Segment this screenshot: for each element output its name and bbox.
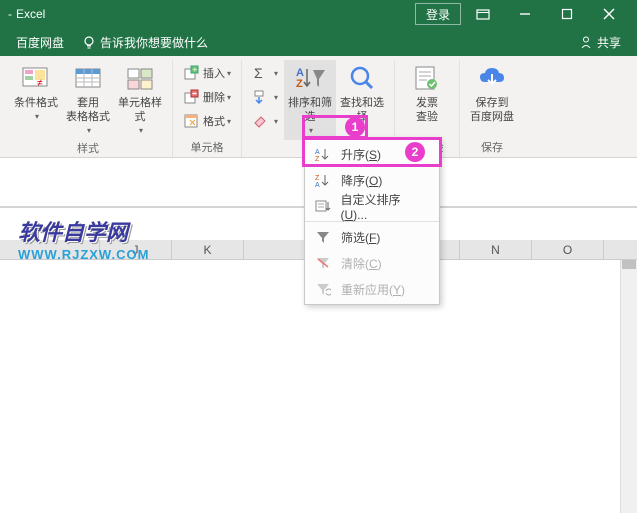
fill-down-icon: [252, 89, 268, 105]
conditional-format-icon: ≠: [20, 62, 52, 94]
sort-descending-item[interactable]: ZA 降序(O): [305, 167, 439, 193]
insert-icon: +: [183, 65, 199, 81]
baidu-tab[interactable]: 百度网盘: [16, 34, 64, 51]
svg-text:Z: Z: [315, 175, 320, 182]
svg-text:≠: ≠: [37, 78, 43, 89]
desc-label: 降序(O): [341, 172, 382, 189]
minimize-icon: [519, 8, 531, 20]
filter-label: 筛选(F): [341, 229, 380, 246]
save-to-baidu-button[interactable]: 保存到 百度网盘: [466, 60, 518, 126]
conditional-format-label: 条件格式: [14, 96, 58, 110]
maximize-button[interactable]: [547, 3, 587, 25]
sort-filter-label: 排序和筛选: [284, 96, 336, 124]
share-icon: [579, 35, 593, 49]
format-button[interactable]: 格式▾: [179, 110, 235, 132]
svg-text:A: A: [315, 149, 320, 156]
custom-sort-label: 自定义排序(U)...: [341, 191, 426, 222]
delete-icon: [183, 89, 199, 105]
custom-sort-item[interactable]: 自定义排序(U)...: [305, 193, 439, 219]
filter-item[interactable]: 筛选(F): [305, 224, 439, 250]
col-header[interactable]: [604, 240, 637, 259]
cells-group: +插入▾ 删除▾ 格式▾ 单元格: [173, 60, 242, 157]
svg-text:+: +: [193, 65, 198, 74]
share-button[interactable]: 共享: [579, 34, 621, 51]
tell-me-label: 告诉我你想要做什么: [100, 34, 208, 51]
vertical-scrollbar[interactable]: [620, 260, 637, 513]
sort-filter-dropdown: AZ 升序(S) ZA 降序(O) 自定义排序(U)... 筛选(F) 清除(C…: [304, 138, 440, 305]
svg-text:Z: Z: [296, 78, 303, 90]
custom-sort-icon: [313, 198, 333, 214]
styles-group-label: 样式: [77, 140, 99, 158]
app-name: Excel: [16, 7, 45, 21]
close-button[interactable]: [589, 3, 629, 25]
find-select-icon: [346, 62, 378, 94]
sort-ascending-item[interactable]: AZ 升序(S): [305, 141, 439, 167]
fill-button[interactable]: ▾: [248, 86, 282, 108]
col-header[interactable]: [0, 240, 100, 259]
title-bar: - Excel 登录: [0, 0, 637, 28]
window-icon: [476, 7, 490, 21]
save-group: 保存到 百度网盘 保存: [460, 60, 524, 157]
clear-button[interactable]: ▾: [248, 110, 282, 132]
sort-filter-button[interactable]: AZ 排序和筛选▾: [284, 60, 336, 140]
col-header-j[interactable]: J: [100, 240, 172, 259]
editing-group-left: Σ▾ ▾ ▾: [242, 60, 284, 157]
invoice-check-button[interactable]: 发票 查验: [401, 60, 453, 126]
find-select-label: 查找和选择: [336, 96, 388, 124]
invoice-icon: [411, 62, 443, 94]
delete-label: 删除: [203, 89, 225, 105]
col-header-o[interactable]: O: [532, 240, 604, 259]
clear-filter-icon: [313, 255, 333, 271]
conditional-format-button[interactable]: ≠ 条件格式▾: [10, 60, 62, 126]
format-label: 格式: [203, 113, 225, 129]
lightbulb-icon: [82, 35, 96, 49]
share-label: 共享: [597, 34, 621, 51]
asc-label: 升序(S): [341, 146, 381, 163]
styles-group: ≠ 条件格式▾ 套用 表格格式▾ 单元格样式▾ 样式: [4, 60, 173, 157]
delete-button[interactable]: 删除▾: [179, 86, 235, 108]
sort-filter-icon: AZ: [294, 62, 326, 94]
col-header-k[interactable]: K: [172, 240, 244, 259]
sort-asc-icon: AZ: [313, 146, 333, 162]
format-icon: [183, 113, 199, 129]
clear-filter-label: 清除(C): [341, 255, 382, 272]
tell-me-box[interactable]: 告诉我你想要做什么: [82, 34, 208, 51]
reapply-icon: [313, 281, 333, 297]
reapply-label: 重新应用(Y): [341, 281, 405, 298]
filter-icon: [313, 229, 333, 245]
save-baidu-label: 保存到 百度网盘: [470, 96, 514, 124]
find-select-button[interactable]: 查找和选择▾: [336, 60, 388, 140]
svg-text:Z: Z: [315, 156, 320, 161]
minimize-button[interactable]: [505, 3, 545, 25]
svg-text:Σ: Σ: [254, 65, 263, 81]
cell-style-button[interactable]: 单元格样式▾: [114, 60, 166, 140]
maximize-icon: [561, 8, 573, 20]
login-button[interactable]: 登录: [415, 3, 461, 25]
col-header-n[interactable]: N: [460, 240, 532, 259]
table-format-icon: [72, 62, 104, 94]
eraser-icon: [252, 113, 268, 129]
cells-group-label: 单元格: [191, 139, 224, 157]
save-group-label: 保存: [481, 139, 503, 157]
sort-desc-icon: ZA: [313, 172, 333, 188]
svg-text:A: A: [315, 182, 320, 187]
autosum-button[interactable]: Σ▾: [248, 62, 282, 84]
cell-style-icon: [124, 62, 156, 94]
scroll-thumb[interactable]: [622, 260, 636, 269]
clear-filter-item: 清除(C): [305, 250, 439, 276]
reapply-item: 重新应用(Y): [305, 276, 439, 302]
quick-access-bar: 百度网盘 告诉我你想要做什么 共享: [0, 28, 637, 56]
sigma-icon: Σ: [252, 65, 268, 81]
cloud-save-icon: [476, 62, 508, 94]
table-format-button[interactable]: 套用 表格格式▾: [62, 60, 114, 140]
insert-button[interactable]: +插入▾: [179, 62, 235, 84]
insert-label: 插入: [203, 65, 225, 81]
title-dash: -: [8, 7, 12, 21]
ribbon-display-options-button[interactable]: [463, 3, 503, 25]
close-icon: [603, 8, 615, 20]
cell-style-label: 单元格样式: [114, 96, 166, 124]
invoice-label: 发票 查验: [416, 96, 438, 124]
table-format-label: 套用 表格格式: [66, 96, 110, 124]
